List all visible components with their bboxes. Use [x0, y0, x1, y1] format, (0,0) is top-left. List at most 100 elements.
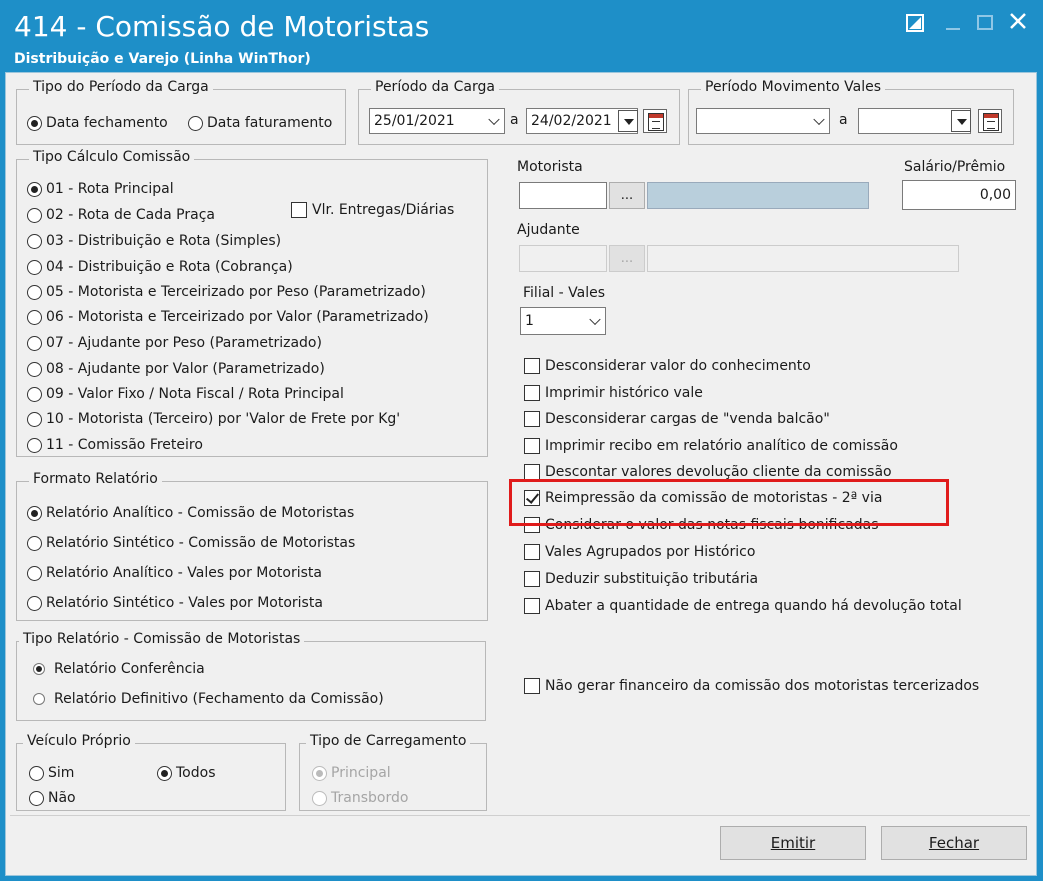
- radio-indicator: [27, 505, 42, 521]
- radio-calc-01[interactable]: 01 - Rota Principal: [27, 181, 174, 197]
- radio-relatorio-conferencia[interactable]: Relatório Conferência: [33, 661, 205, 677]
- periodo-carga-start-input[interactable]: 25/01/2021: [369, 108, 505, 134]
- tipo-relatorio-group: Tipo Relatório - Comissão de Motoristas …: [16, 631, 486, 721]
- radio-indicator: [27, 386, 42, 402]
- checkbox-indicator: [524, 571, 540, 587]
- radio-indicator: [27, 233, 42, 249]
- checkbox-vlr-entregas[interactable]: Vlr. Entregas/Diárias: [291, 202, 454, 218]
- highlight-box: [509, 479, 949, 526]
- checkbox-deduzir-st[interactable]: Deduzir substituição tributária: [524, 571, 758, 587]
- radio-calc-05[interactable]: 05 - Motorista e Terceirizado por Peso (…: [27, 284, 426, 300]
- salario-input[interactable]: 0,00: [902, 180, 1016, 210]
- checkbox-descontar-devolucao[interactable]: Descontar valores devolução cliente da c…: [524, 464, 892, 480]
- radio-veiculo-nao[interactable]: Não: [29, 790, 76, 806]
- checkbox-label: Abater a quantidade de entrega quando há…: [545, 598, 962, 614]
- radio-formato-analitico-comissao[interactable]: Relatório Analítico - Comissão de Motori…: [27, 505, 354, 521]
- title-bar: 414 - Comissão de Motoristas Distribuiçã…: [0, 0, 1043, 72]
- radio-calc-07[interactable]: 07 - Ajudante por Peso (Parametrizado): [27, 335, 322, 351]
- radio-data-fechamento[interactable]: Data fechamento: [27, 115, 168, 131]
- checkbox-abater-quantidade[interactable]: Abater a quantidade de entrega quando há…: [524, 598, 962, 614]
- calendar-icon[interactable]: [643, 109, 667, 133]
- checkbox-imprimir-historico-vale[interactable]: Imprimir histórico vale: [524, 385, 703, 401]
- radio-label: Sim: [48, 765, 75, 781]
- radio-label: Não: [48, 790, 76, 806]
- restore-icon[interactable]: [906, 14, 924, 35]
- radio-label: 08 - Ajudante por Valor (Parametrizado): [46, 361, 325, 377]
- tipo-periodo-legend: Tipo do Período da Carga: [29, 79, 213, 95]
- button-label: Emitir: [770, 834, 816, 852]
- emitir-button[interactable]: Emitir: [720, 826, 866, 860]
- checkbox-desconsiderar-conhecimento[interactable]: Desconsiderar valor do conhecimento: [524, 358, 811, 374]
- motorista-code-input[interactable]: [519, 182, 607, 209]
- radio-indicator: [312, 765, 327, 781]
- radio-indicator: [27, 411, 42, 427]
- checkbox-desconsiderar-venda-balcao[interactable]: Desconsiderar cargas de "venda balcão": [524, 411, 830, 427]
- radio-label: Data fechamento: [46, 115, 168, 131]
- radio-indicator: [27, 207, 42, 223]
- radio-data-faturamento[interactable]: Data faturamento: [188, 115, 332, 131]
- fechar-button[interactable]: Fechar: [881, 826, 1027, 860]
- field-value: 0,00: [979, 187, 1011, 203]
- radio-calc-10[interactable]: 10 - Motorista (Terceiro) por 'Valor de …: [27, 411, 400, 427]
- tipo-carregamento-group: Tipo de Carregamento Principal Transbord…: [299, 733, 487, 811]
- checkbox-nao-gerar-financeiro[interactable]: Não gerar financeiro da comissão dos mot…: [524, 678, 979, 694]
- periodo-vales-group: Período Movimento Vales a: [688, 79, 1014, 145]
- checkbox-vales-agrupados[interactable]: Vales Agrupados por Histórico: [524, 544, 755, 560]
- radio-label: Data faturamento: [207, 115, 333, 131]
- chevron-down-icon: [488, 113, 500, 126]
- radio-label: 09 - Valor Fixo / Nota Fiscal / Rota Pri…: [46, 386, 344, 402]
- radio-calc-08[interactable]: 08 - Ajudante por Valor (Parametrizado): [27, 361, 325, 377]
- salario-label: Salário/Prêmio: [904, 159, 1006, 175]
- tipo-calculo-legend: Tipo Cálculo Comissão: [29, 149, 195, 165]
- radio-label: Principal: [331, 765, 391, 781]
- radio-calc-04[interactable]: 04 - Distribuição e Rota (Cobrança): [27, 259, 293, 275]
- checkbox-label: Vlr. Entregas/Diárias: [312, 202, 455, 218]
- radio-label: Transbordo: [331, 790, 409, 806]
- checkbox-indicator: [524, 544, 540, 560]
- radio-indicator: [27, 259, 42, 275]
- radio-calc-09[interactable]: 09 - Valor Fixo / Nota Fiscal / Rota Pri…: [27, 386, 344, 402]
- radio-carregamento-principal[interactable]: Principal: [312, 765, 391, 781]
- maximize-icon[interactable]: [976, 14, 994, 35]
- close-icon[interactable]: [1009, 12, 1027, 33]
- radio-indicator: [27, 595, 42, 611]
- radio-label: 05 - Motorista e Terceirizado por Peso (…: [46, 284, 426, 300]
- radio-formato-analitico-vales[interactable]: Relatório Analítico - Vales por Motorist…: [27, 565, 322, 581]
- radio-relatorio-definitivo[interactable]: Relatório Definitivo (Fechamento da Comi…: [33, 691, 384, 707]
- periodo-carga-group: Período da Carga 25/01/2021 a 24/02/2021: [358, 79, 680, 145]
- radio-indicator: [27, 361, 42, 377]
- radio-calc-11[interactable]: 11 - Comissão Freteiro: [27, 437, 203, 453]
- radio-formato-sintetico-comissao[interactable]: Relatório Sintético - Comissão de Motori…: [27, 535, 355, 551]
- motorista-lookup-button[interactable]: ...: [609, 182, 645, 209]
- calendar-icon[interactable]: [978, 109, 1002, 133]
- radio-veiculo-sim[interactable]: Sim: [29, 765, 74, 781]
- radio-formato-sintetico-vales[interactable]: Relatório Sintético - Vales por Motorist…: [27, 595, 323, 611]
- radio-calc-02[interactable]: 02 - Rota de Cada Praça: [27, 207, 215, 223]
- radio-calc-06[interactable]: 06 - Motorista e Terceirizado por Valor …: [27, 309, 429, 325]
- chevron-down-icon: [589, 313, 601, 326]
- ajudante-code-input[interactable]: [519, 245, 607, 272]
- dropdown-arrow-icon[interactable]: [618, 110, 638, 132]
- radio-veiculo-todos[interactable]: Todos: [157, 765, 215, 781]
- checkbox-label: Não gerar financeiro da comissão dos mot…: [545, 678, 980, 694]
- radio-indicator: [29, 765, 44, 781]
- checkbox-label: Desconsiderar cargas de "venda balcão": [545, 411, 830, 427]
- radio-label: 01 - Rota Principal: [46, 181, 174, 197]
- checkbox-imprimir-recibo[interactable]: Imprimir recibo em relatório analítico d…: [524, 438, 898, 454]
- periodo-vales-start-input[interactable]: [696, 108, 830, 134]
- chevron-down-icon: [813, 113, 825, 126]
- radio-label: Relatório Sintético - Comissão de Motori…: [46, 535, 356, 551]
- dropdown-arrow-icon[interactable]: [951, 110, 971, 132]
- radio-carregamento-transbordo[interactable]: Transbordo: [312, 790, 408, 806]
- checkbox-indicator: [524, 598, 540, 614]
- checkbox-indicator: [524, 411, 540, 427]
- minimize-icon[interactable]: [944, 14, 962, 35]
- window-subtitle: Distribuição e Varejo (Linha WinThor): [14, 51, 311, 67]
- filial-vales-select[interactable]: 1: [520, 307, 606, 335]
- radio-indicator: [157, 765, 172, 781]
- ajudante-lookup-button[interactable]: ...: [609, 245, 645, 272]
- radio-indicator: [27, 335, 42, 351]
- filial-vales-label: Filial - Vales: [523, 285, 605, 301]
- footer-divider: [10, 815, 1030, 816]
- radio-calc-03[interactable]: 03 - Distribuição e Rota (Simples): [27, 233, 281, 249]
